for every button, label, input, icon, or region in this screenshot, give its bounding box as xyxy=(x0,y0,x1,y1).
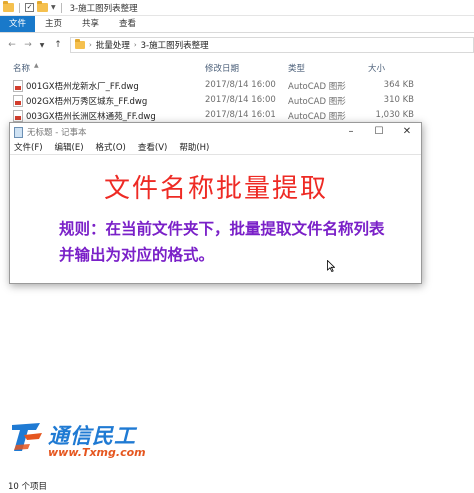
breadcrumb-separator-icon[interactable]: › xyxy=(134,41,137,49)
window-controls: – ☐ ✕ xyxy=(337,123,421,141)
file-name: 002GX梧州万秀区城东_FF.dwg xyxy=(26,97,148,107)
logo-url: www.Txmg.com xyxy=(48,446,146,459)
file-type: AutoCAD 图形 xyxy=(288,82,346,92)
maximize-icon[interactable]: ☐ xyxy=(365,123,393,141)
notepad-titlebar[interactable]: 无标题 - 记事本 – ☐ ✕ xyxy=(10,123,421,141)
file-type: AutoCAD 图形 xyxy=(288,97,346,107)
mouse-cursor-icon xyxy=(327,260,335,272)
window-title: 3-施工图列表整理 xyxy=(69,3,138,14)
tab-file[interactable]: 文件 xyxy=(0,16,36,32)
column-size[interactable]: 大小 xyxy=(368,62,385,74)
file-name: 001GX梧州龙新水厂_FF.dwg xyxy=(26,82,139,92)
notepad-body-text: 规则：在当前文件夹下，批量提取文件名称列表并输出为对应的格式。 xyxy=(59,220,385,264)
file-size: 1,030 KB xyxy=(375,110,414,120)
tab-share[interactable]: 共享 xyxy=(72,16,109,32)
file-type: AutoCAD 图形 xyxy=(288,112,346,122)
folder-icon xyxy=(75,39,85,49)
notepad-text-area[interactable]: 文件名称批量提取 规则：在当前文件夹下，批量提取文件名称列表并输出为对应的格式。 xyxy=(10,156,421,283)
sort-up-icon: ▲ xyxy=(34,62,39,69)
toolbar-divider xyxy=(19,2,20,13)
file-name: 003GX梧州长洲区林通苑_FF.dwg xyxy=(26,112,156,122)
dwg-file-icon xyxy=(13,80,23,92)
notepad-title: 无标题 - 记事本 xyxy=(27,128,87,138)
file-list-header: ▲ 名称 修改日期 类型 大小 xyxy=(0,58,474,76)
dwg-file-icon xyxy=(13,110,23,122)
logo-mark-icon xyxy=(12,423,42,451)
file-modified: 2017/8/14 16:00 xyxy=(205,95,276,105)
notepad-icon xyxy=(14,126,23,138)
ribbon-tabs: 文件 主页 共享 查看 xyxy=(0,16,474,33)
menu-format[interactable]: 格式(O) xyxy=(96,141,126,154)
column-modified[interactable]: 修改日期 xyxy=(205,62,239,74)
up-arrow-icon[interactable]: ↑ xyxy=(52,40,64,50)
menu-edit[interactable]: 编辑(E) xyxy=(55,141,84,154)
menu-view[interactable]: 查看(V) xyxy=(138,141,167,154)
breadcrumb-separator-icon[interactable]: › xyxy=(89,41,92,49)
forward-arrow-icon[interactable]: → xyxy=(22,40,34,50)
dwg-file-icon xyxy=(13,95,23,107)
site-logo: 通信民工 www.Txmg.com xyxy=(6,418,156,468)
back-arrow-icon[interactable]: ← xyxy=(6,40,18,50)
minimize-icon[interactable]: – xyxy=(337,123,365,141)
file-row[interactable]: 001GX梧州龙新水厂_FF.dwg 2017/8/14 16:00 AutoC… xyxy=(0,79,474,94)
recent-locations-chevron-icon[interactable]: ▼ xyxy=(36,42,48,49)
navigation-bar: ← → ▼ ↑ › 批量处理 › 3-施工图列表整理 xyxy=(0,34,474,56)
toolbar-divider xyxy=(60,2,62,13)
tab-view[interactable]: 查看 xyxy=(109,16,146,32)
file-size: 364 KB xyxy=(383,80,414,90)
breadcrumb-current[interactable]: 3-施工图列表整理 xyxy=(141,39,209,51)
status-item-count: 10 个项目 xyxy=(8,482,48,492)
quick-access-toolbar: ✓ ▼ xyxy=(0,1,64,13)
breadcrumb-batch[interactable]: 批量处理 xyxy=(96,39,130,51)
file-modified: 2017/8/14 16:00 xyxy=(205,80,276,90)
address-bar[interactable]: › 批量处理 › 3-施工图列表整理 xyxy=(70,37,474,53)
folder-icon xyxy=(3,1,14,12)
column-type[interactable]: 类型 xyxy=(288,62,305,74)
column-name[interactable]: 名称 xyxy=(13,62,30,74)
file-modified: 2017/8/14 16:01 xyxy=(205,110,276,120)
properties-check-icon[interactable]: ✓ xyxy=(25,3,34,12)
tab-home[interactable]: 主页 xyxy=(35,16,72,32)
notepad-heading-text: 文件名称批量提取 xyxy=(104,174,329,204)
notepad-window: 无标题 - 记事本 – ☐ ✕ 文件(F) 编辑(E) 格式(O) 查看(V) … xyxy=(9,122,422,284)
file-size: 310 KB xyxy=(383,95,414,105)
file-row[interactable]: 002GX梧州万秀区城东_FF.dwg 2017/8/14 16:00 Auto… xyxy=(0,94,474,109)
notepad-menubar: 文件(F) 编辑(E) 格式(O) 查看(V) 帮助(H) xyxy=(10,141,421,155)
explorer-titlebar: ✓ ▼ 3-施工图列表整理 xyxy=(0,0,474,16)
menu-help[interactable]: 帮助(H) xyxy=(179,141,209,154)
menu-file[interactable]: 文件(F) xyxy=(14,141,43,154)
close-icon[interactable]: ✕ xyxy=(393,123,421,141)
new-folder-icon[interactable] xyxy=(37,1,48,12)
chevron-down-icon[interactable]: ▼ xyxy=(51,4,56,11)
